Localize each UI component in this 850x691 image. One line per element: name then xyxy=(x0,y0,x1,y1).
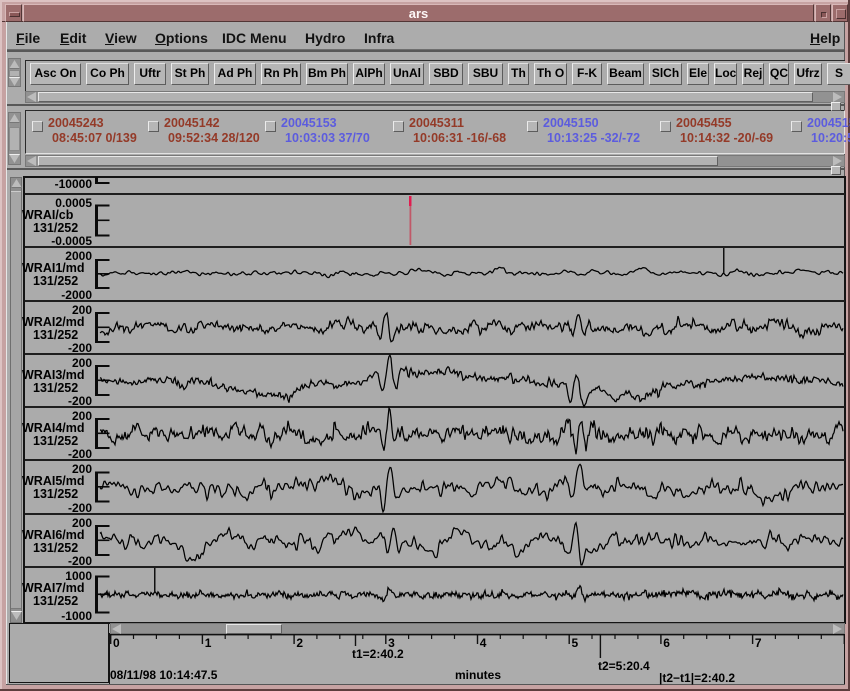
svg-text:6: 6 xyxy=(663,636,670,650)
svg-text:2: 2 xyxy=(296,636,303,650)
svg-text:0: 0 xyxy=(113,636,120,650)
svg-text:1: 1 xyxy=(205,636,212,650)
svg-text:5: 5 xyxy=(572,636,579,650)
svg-text:7: 7 xyxy=(755,636,762,650)
svg-text:4: 4 xyxy=(480,636,487,650)
